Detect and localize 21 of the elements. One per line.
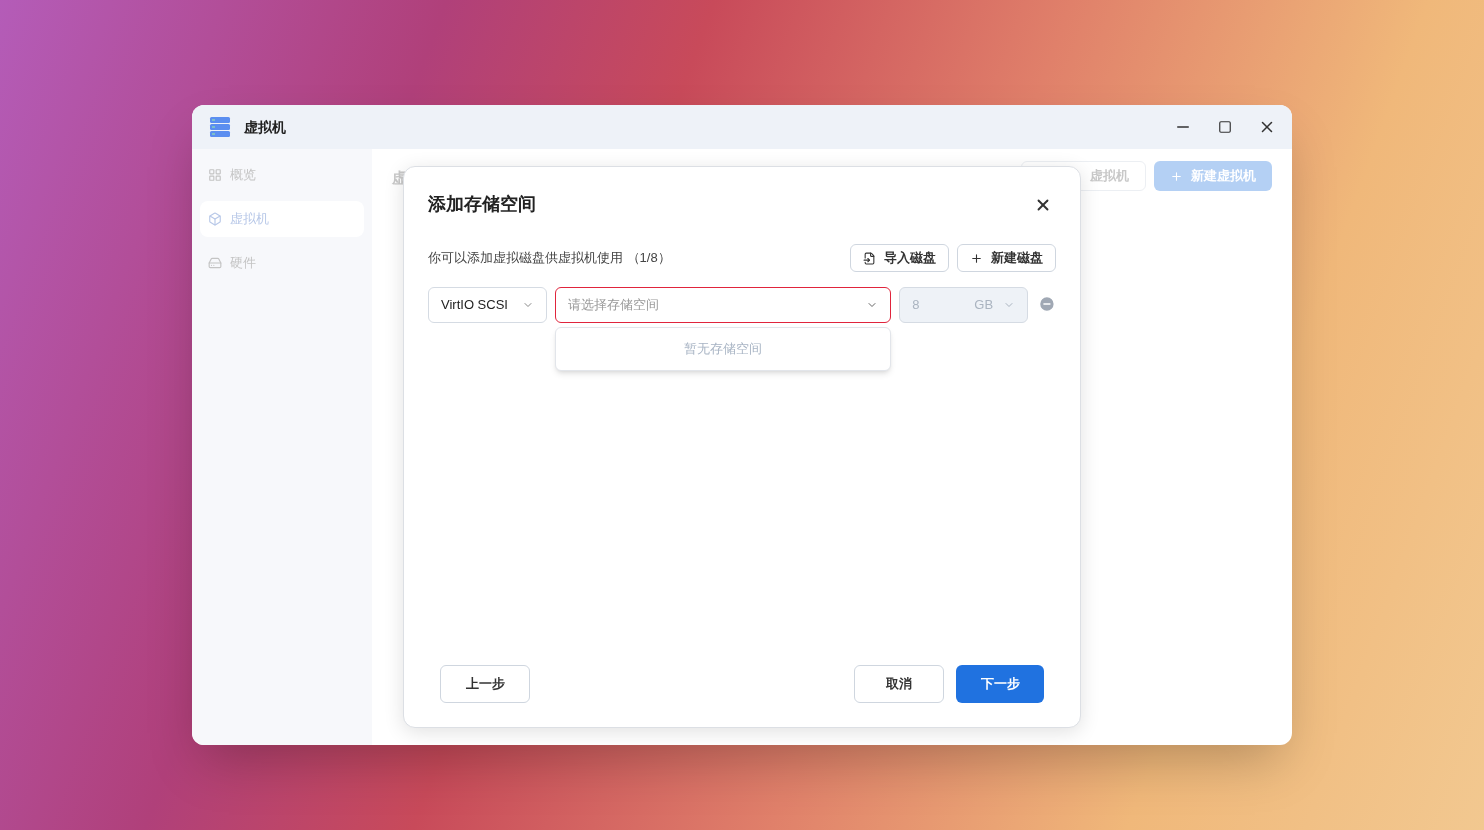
sidebar-item[interactable]: 虚拟机 [200, 201, 364, 237]
description-text: 你可以添加虚拟磁盘供虚拟机使用 （1/8） [428, 249, 671, 268]
maximize-icon[interactable] [1218, 120, 1232, 134]
plus-icon [1170, 169, 1183, 183]
bus-select[interactable]: VirtIO SCSI [428, 287, 548, 323]
empty-text: 暂无存储空间 [684, 340, 763, 359]
cube-icon [208, 212, 222, 226]
server-icon [208, 115, 232, 139]
action-button[interactable]: 导入磁盘 [850, 244, 949, 272]
next-button[interactable]: 下一步 [956, 665, 1044, 703]
action-button[interactable]: 新建磁盘 [957, 244, 1056, 272]
window-title: 虚拟机 [244, 117, 286, 137]
cancel-button[interactable]: 取消 [854, 665, 944, 703]
drive-icon [208, 256, 222, 270]
header-button[interactable]: 新建虚拟机 [1154, 161, 1272, 191]
plus-icon [970, 251, 983, 265]
file-import-icon [863, 251, 876, 265]
back-button[interactable]: 上一步 [440, 665, 530, 703]
storage-select[interactable]: 请选择存储空间 [555, 287, 892, 323]
grid-icon [208, 168, 222, 182]
dialog-title: 添加存储空间 [428, 193, 536, 216]
